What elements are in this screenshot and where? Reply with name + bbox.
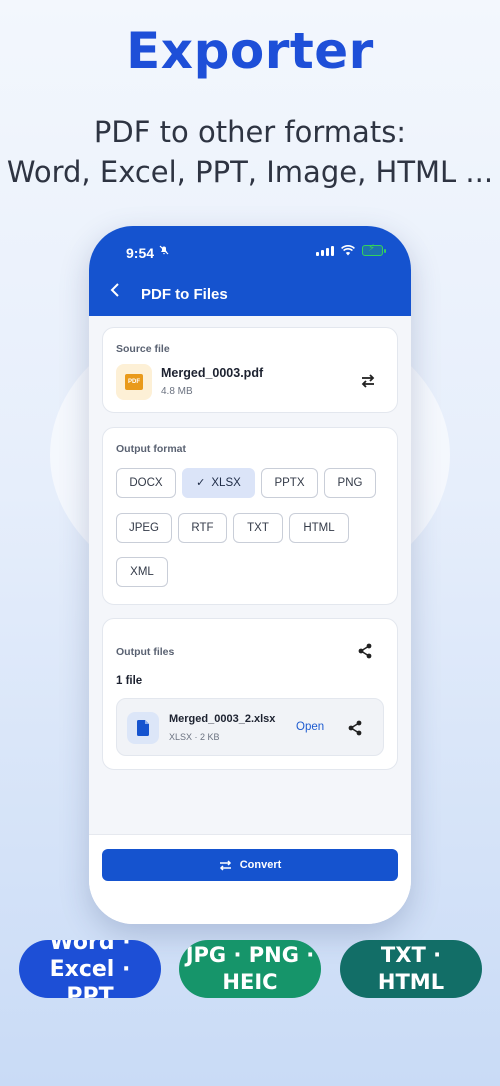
- open-file-button[interactable]: Open: [296, 721, 324, 733]
- format-chip-xlsx[interactable]: ✓ XLSX: [182, 468, 255, 498]
- share-all-icon[interactable]: [356, 642, 374, 660]
- output-file-meta: XLSX · 2 KB: [169, 732, 220, 742]
- source-file-size: 4.8 MB: [161, 386, 193, 397]
- output-format-label: Output format: [116, 443, 186, 455]
- pdf-file-icon: PDF: [116, 364, 152, 400]
- output-file-name: Merged_0003_2.xlsx: [169, 713, 276, 725]
- format-chip-rtf[interactable]: RTF: [178, 513, 227, 543]
- status-icons: ⚡: [316, 243, 386, 256]
- share-file-icon[interactable]: [346, 719, 364, 737]
- pill-office-formats: Word · Excel · PPT: [19, 940, 161, 998]
- pill-office-line-1: Word ·: [49, 940, 131, 955]
- convert-button[interactable]: Convert: [102, 849, 398, 881]
- pill-text-line-1: TXT · HTML: [377, 943, 445, 994]
- document-icon: [127, 712, 159, 744]
- pill-text-formats: TXT · HTML: [340, 940, 482, 998]
- convert-icon: [219, 859, 231, 871]
- format-chip-txt[interactable]: TXT: [233, 513, 283, 543]
- back-chevron-icon[interactable]: [109, 282, 123, 298]
- output-files-card: Output files 1 file Merged_0003_2.xlsx X…: [102, 618, 398, 770]
- content-area: Source file PDF Merged_0003.pdf 4.8 MB O…: [89, 316, 411, 834]
- nav-title: PDF to Files: [141, 286, 228, 303]
- bell-muted-icon: [158, 244, 170, 259]
- format-chip-jpeg[interactable]: JPEG: [116, 513, 172, 543]
- signal-icon: [316, 245, 334, 256]
- promo-headline: Exporter: [126, 22, 374, 80]
- output-file-row[interactable]: Merged_0003_2.xlsx XLSX · 2 KB Open: [116, 698, 384, 756]
- pill-image-formats: JPG · PNG · HEIC: [179, 940, 321, 998]
- pill-office-line-2: Excel · PPT: [49, 956, 131, 999]
- subline-line-2: Word, Excel, PPT, Image, HTML ...: [6, 155, 494, 189]
- pill-image-line-2: HEIC: [222, 970, 278, 994]
- pill-image-line-1: JPG · PNG ·: [185, 943, 315, 967]
- source-file-card: Source file PDF Merged_0003.pdf 4.8 MB: [102, 327, 398, 413]
- format-chip-pptx[interactable]: PPTX: [261, 468, 318, 498]
- battery-icon: ⚡: [362, 243, 386, 256]
- format-chip-png[interactable]: PNG: [324, 468, 376, 498]
- phone-frame: 9:54 ⚡ PDF to Files Source file PDF Merg…: [89, 226, 411, 924]
- format-chip-xml[interactable]: XML: [116, 557, 168, 587]
- check-icon: ✓: [196, 477, 206, 489]
- status-time: 9:54: [126, 245, 155, 261]
- app-header: 9:54 ⚡ PDF to Files: [89, 226, 411, 316]
- format-chip-html[interactable]: HTML: [289, 513, 349, 543]
- source-file-name: Merged_0003.pdf: [161, 366, 264, 380]
- output-files-label: Output files: [116, 646, 175, 658]
- swap-file-icon[interactable]: [359, 372, 377, 390]
- source-file-label: Source file: [116, 343, 170, 355]
- wifi-icon: [341, 245, 355, 256]
- bottom-action-bar: Convert: [89, 834, 411, 924]
- output-format-card: Output format DOCX ✓ XLSX PPTX PNG JPEG R…: [102, 427, 398, 605]
- format-chip-docx[interactable]: DOCX: [116, 468, 176, 498]
- format-chip-xlsx-label: XLSX: [211, 477, 241, 489]
- promo-subline: PDF to other formats: Word, Excel, PPT, …: [0, 112, 500, 192]
- file-count: 1 file: [116, 675, 143, 687]
- subline-line-1: PDF to other formats:: [93, 115, 407, 149]
- pdf-badge-text: PDF: [125, 374, 143, 390]
- convert-button-label: Convert: [239, 859, 282, 871]
